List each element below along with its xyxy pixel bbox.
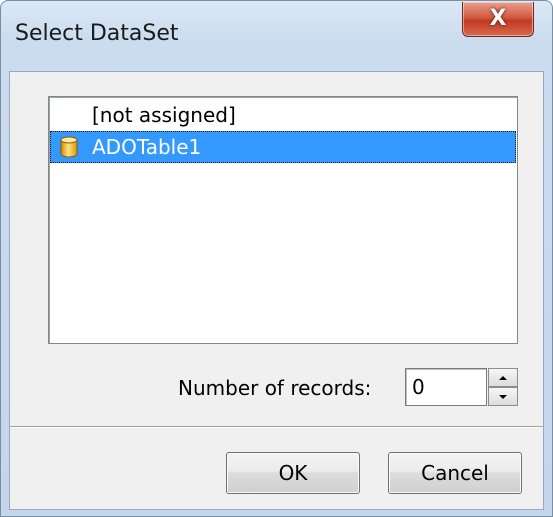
list-item-label: ADOTable1: [92, 135, 202, 159]
ok-button[interactable]: OK: [226, 452, 360, 494]
number-of-records-label: Number of records:: [178, 376, 372, 400]
title-bar[interactable]: Select DataSet X: [1, 1, 552, 71]
close-icon: X: [489, 6, 507, 31]
records-spinner: [488, 368, 518, 406]
list-item-not-assigned[interactable]: [not assigned]: [50, 99, 516, 131]
arrow-up-icon: [499, 375, 507, 380]
dataset-listbox[interactable]: [not assigned] ADOTable1: [48, 96, 518, 344]
dialog-client-area: [not assigned] ADOTable1 Number of recor…: [9, 71, 544, 510]
number-of-records-input[interactable]: [405, 368, 487, 406]
close-button[interactable]: X: [462, 2, 534, 37]
divider: [10, 426, 543, 428]
list-item-label: [not assigned]: [92, 103, 236, 127]
arrow-down-icon: [499, 394, 507, 399]
database-icon: [60, 136, 78, 158]
select-dataset-dialog: Select DataSet X [not assigned] ADOTable…: [0, 0, 553, 517]
window-title: Select DataSet: [15, 21, 179, 46]
spin-up-button[interactable]: [488, 368, 518, 387]
list-item-adotable1[interactable]: ADOTable1: [50, 131, 516, 163]
spin-down-button[interactable]: [488, 387, 518, 406]
cancel-button[interactable]: Cancel: [388, 452, 522, 494]
